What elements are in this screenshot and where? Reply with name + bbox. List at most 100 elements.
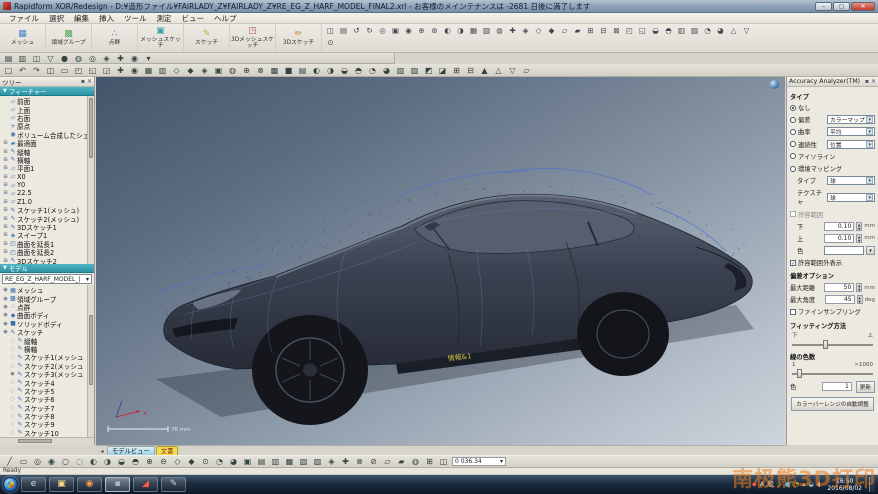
toolbar-icon[interactable]: ◲	[100, 65, 113, 76]
tree-visibility-icon[interactable]: ◌	[9, 396, 16, 402]
ribbon-tool-button[interactable]: ▩ 領域グループ	[46, 24, 92, 52]
tray-icon[interactable]: ◆	[752, 477, 757, 492]
tree-expand-icon[interactable]: ⊞	[2, 207, 9, 213]
toolbar-icon[interactable]: ●	[58, 53, 71, 64]
tree-item[interactable]: ▱ 右面	[0, 114, 94, 122]
toolbar-icon[interactable]: ▭	[17, 456, 30, 467]
toolbar-icon[interactable]: ▽	[506, 65, 519, 76]
tray-icon[interactable]: ▴	[802, 477, 805, 492]
toolbar-icon[interactable]: ◍	[226, 65, 239, 76]
toolbar-icon[interactable]: ◆	[184, 65, 197, 76]
3d-viewport[interactable]: 情報&1 x 76 mm	[96, 77, 785, 445]
tree-item[interactable]: ◉ ■ ソリッドボディ	[0, 320, 94, 328]
ribbon-small-icon[interactable]: △	[728, 26, 739, 36]
model-tree-scrollbar[interactable]	[87, 285, 94, 437]
tree-item[interactable]: ⊞ ▱ X0	[0, 173, 94, 181]
colormap-select[interactable]: カラーマップ▾	[827, 115, 875, 124]
tree-item[interactable]: ⊞ ✎ 横軸	[0, 156, 94, 164]
tray-icon[interactable]: ◖	[817, 477, 820, 492]
ribbon-small-icon[interactable]: ▣	[390, 26, 401, 36]
toolbar-icon[interactable]: ↶	[16, 65, 29, 76]
toolbar-icon[interactable]: □	[2, 65, 15, 76]
ribbon-small-icon[interactable]: ◈	[520, 26, 531, 36]
show-desktop-button[interactable]	[869, 477, 875, 492]
view-sphere-icon[interactable]	[770, 80, 779, 89]
update-button[interactable]: 更新	[856, 381, 875, 393]
toolbar-icon[interactable]: ▧	[297, 456, 310, 467]
tab-document[interactable]: 文書	[156, 446, 179, 455]
toolbar-icon[interactable]: ◉	[128, 53, 141, 64]
tree-expand-icon[interactable]: ⊞	[2, 190, 9, 196]
tree-visibility-icon[interactable]: ◉	[2, 312, 9, 318]
ribbon-small-icon[interactable]: ◒	[650, 26, 661, 36]
tree-expand-icon[interactable]: ⊞	[2, 232, 9, 238]
toolbar-icon[interactable]: ▧	[394, 65, 407, 76]
ribbon-tool-button[interactable]: ✎ スケッチ	[184, 24, 230, 52]
menu-item[interactable]: 挿入	[94, 13, 119, 24]
tree-visibility-icon[interactable]: ◉	[2, 304, 9, 310]
toolbar-icon[interactable]: ◑	[101, 456, 114, 467]
toolbar-icon[interactable]: ⊖	[157, 456, 170, 467]
ribbon-small-icon[interactable]: ⊕	[416, 26, 427, 36]
toolbar-icon[interactable]: ⊕	[143, 456, 156, 467]
tree-item[interactable]: ⊞ ✎ 縦軸	[0, 147, 94, 155]
pin-icon[interactable]: ▪	[81, 78, 85, 86]
toolbar-icon[interactable]: ▰	[395, 456, 408, 467]
toolbar-icon[interactable]: ⊟	[464, 65, 477, 76]
radio-continuity[interactable]	[790, 141, 796, 147]
taskbar-app-button[interactable]: ◢	[133, 477, 158, 492]
ribbon-small-icon[interactable]: ◐	[442, 26, 453, 36]
toolbar-icon[interactable]: ▦	[142, 65, 155, 76]
toolbar-icon[interactable]: ◑	[324, 65, 337, 76]
taskbar-app-button[interactable]: ◉	[77, 477, 102, 492]
toolbar-icon[interactable]: ▤	[296, 65, 309, 76]
start-button[interactable]	[3, 477, 18, 492]
continuity-select[interactable]: 位置▾	[827, 140, 875, 149]
ribbon-small-icon[interactable]: ↺	[351, 26, 362, 36]
texture-select[interactable]: 球▾	[827, 193, 875, 202]
tree-expand-icon[interactable]: ⊞	[2, 182, 9, 188]
toolbar-icon[interactable]: ⊕	[240, 65, 253, 76]
taskbar-app-button[interactable]: ▪	[105, 477, 130, 492]
color-swatch[interactable]	[824, 246, 864, 255]
tree-visibility-icon[interactable]: ◌	[9, 346, 16, 352]
toolbar-icon[interactable]: ╱	[3, 456, 16, 467]
tree-expand-icon[interactable]: ⊞	[2, 249, 9, 255]
taskbar-app-button[interactable]: e	[21, 477, 46, 492]
toolbar-icon[interactable]: ◫	[44, 65, 57, 76]
toolbar-icon[interactable]: ▥	[16, 53, 29, 64]
radio-isoline[interactable]	[790, 153, 796, 159]
menu-item[interactable]: 選択	[44, 13, 69, 24]
menu-item[interactable]: 編集	[69, 13, 94, 24]
toolbar-icon[interactable]: ◒	[338, 65, 351, 76]
toolbar-icon[interactable]: ⊗	[254, 65, 267, 76]
tree-visibility-icon[interactable]: ◉	[2, 321, 9, 327]
left-panel-hscrollbar[interactable]	[0, 437, 94, 445]
ribbon-small-icon[interactable]: ◇	[533, 26, 544, 36]
close-icon[interactable]: ✕	[871, 78, 876, 86]
toolbar-icon[interactable]: ◓	[352, 65, 365, 76]
pin-icon[interactable]: ▪	[865, 78, 869, 86]
close-icon[interactable]: ✕	[87, 78, 92, 86]
toolbar-icon[interactable]: ✚	[339, 456, 352, 467]
toolbar-icon[interactable]: ▽	[44, 53, 57, 64]
ribbon-tool-button[interactable]: ▦ メッシュ	[0, 24, 46, 52]
toolbar-icon[interactable]: ◎	[31, 456, 44, 467]
model-header[interactable]: ▼ モデル	[0, 264, 94, 273]
color-dropdown-button[interactable]: ▾	[866, 246, 875, 255]
tree-item[interactable]: ⊞ ▰ 最適面	[0, 139, 94, 147]
ribbon-small-icon[interactable]: ⊛	[429, 26, 440, 36]
ribbon-small-icon[interactable]: ↻	[364, 26, 375, 36]
ribbon-small-icon[interactable]: ◑	[455, 26, 466, 36]
tree-visibility-icon[interactable]: ◉	[2, 296, 9, 302]
tray-icon[interactable]: ●	[785, 477, 791, 492]
color-count-input[interactable]: 1	[822, 382, 852, 391]
toolbar-icon[interactable]: ◈	[325, 456, 338, 467]
taskbar-app-button[interactable]: ✎	[161, 477, 186, 492]
toolbar-icon[interactable]: ✚	[114, 53, 127, 64]
tree-visibility-icon[interactable]: ◌	[9, 354, 16, 360]
toolbar-icon[interactable]: ◫	[437, 456, 450, 467]
toolbar-icon[interactable]: ⊘	[367, 456, 380, 467]
toolbar-icon[interactable]: ▨	[311, 456, 324, 467]
toolbar-icon[interactable]: ▱	[381, 456, 394, 467]
